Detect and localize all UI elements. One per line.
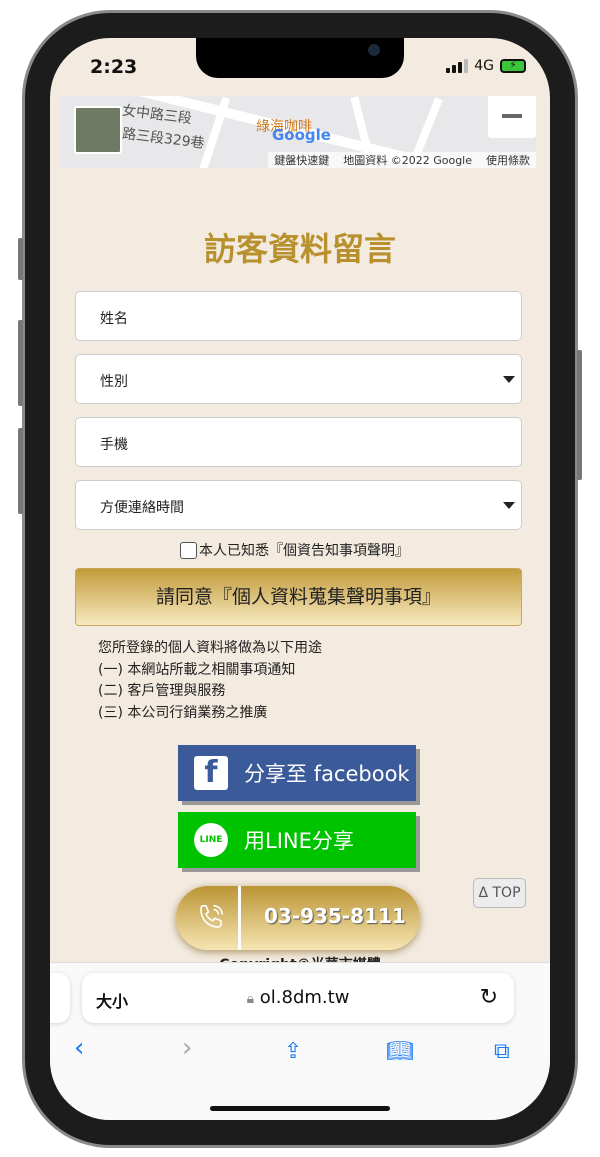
usage-intro: 您所登錄的個人資料將做為以下用途: [98, 640, 322, 656]
forward-icon[interactable]: ›: [182, 1033, 192, 1063]
usage-item: (三) 本公司行銷業務之推廣: [98, 704, 268, 721]
status-time: 2:23: [90, 56, 138, 78]
notch: [196, 38, 404, 78]
back-icon[interactable]: ‹: [74, 1033, 84, 1063]
data-usage-list: 您所登錄的個人資料將做為以下用途 (一) 本網站所載之相關事項通知 (二) 客戶…: [98, 638, 322, 724]
zoom-out-button[interactable]: [488, 96, 536, 138]
page-title: 訪客資料留言: [203, 230, 396, 268]
usage-item: (二) 客戶管理與服務: [98, 683, 226, 699]
call-button[interactable]: 03-935-8111: [176, 886, 420, 950]
map-label: 路三段329巷: [121, 126, 206, 152]
agree-checkbox[interactable]: [180, 541, 197, 559]
mobile-placeholder: 手機: [100, 437, 128, 453]
network-label: 4G: [474, 58, 494, 74]
contact-time-placeholder: 方便連絡時間: [100, 500, 184, 516]
mute-switch: [18, 238, 23, 280]
map-data-text: 地圖資料 ©2022 Google: [343, 154, 472, 167]
battery-charging-icon: ⚡: [500, 59, 526, 73]
address-bar[interactable]: 大小 🔒︎ ol.8dm.tw ↻: [82, 973, 514, 1023]
name-placeholder: 姓名: [100, 311, 128, 327]
tabs-icon[interactable]: ⧉: [494, 1039, 510, 1064]
phone-number: 03-935-8111: [264, 904, 406, 928]
home-indicator: [210, 1106, 390, 1111]
status-icons: 4G ⚡: [446, 58, 526, 74]
terms-link[interactable]: 使用條款: [486, 152, 530, 168]
line-label: 用LINE分享: [244, 829, 354, 853]
keyboard-shortcuts-link[interactable]: 鍵盤快速鍵: [274, 152, 329, 168]
bookmarks-icon[interactable]: 📖︎: [386, 1039, 414, 1064]
dropdown-arrow-icon: [503, 376, 515, 383]
facebook-icon: f: [194, 755, 228, 790]
gender-placeholder: 性別: [100, 374, 128, 390]
url-domain: 🔒︎ ol.8dm.tw: [82, 987, 514, 1008]
safari-toolbar: 大小 🔒︎ ol.8dm.tw ↻ ‹ › ⇪ 📖︎ ⧉: [50, 962, 550, 1120]
consent-button[interactable]: 請同意『個人資料蒐集聲明事項』: [75, 568, 522, 626]
lock-icon: 🔒︎: [246, 991, 255, 1007]
share-icon[interactable]: ⇪: [284, 1039, 302, 1064]
back-to-top-button[interactable]: Δ TOP: [473, 878, 526, 908]
line-icon: LINE: [194, 823, 228, 857]
privacy-agree[interactable]: 本人已知悉『個資告知事項聲明』: [180, 540, 409, 560]
facebook-label: 分享至 facebook: [244, 762, 410, 786]
mobile-input[interactable]: 手機: [75, 417, 522, 467]
google-map[interactable]: 女中路三段 路三段329巷 綠海咖啡 Google 鍵盤快速鍵 地圖資料 ©20…: [60, 96, 536, 168]
minus-icon: [502, 114, 522, 118]
contact-time-select[interactable]: 方便連絡時間: [75, 480, 522, 530]
dropdown-arrow-icon: [503, 502, 515, 509]
satellite-toggle[interactable]: [74, 106, 122, 154]
share-facebook-button[interactable]: f 分享至 facebook: [178, 745, 416, 801]
volume-down-button: [18, 428, 23, 514]
screen: 2:23 4G ⚡ 女中路三段 路三段329巷 綠海咖啡 Google 鍵盤快速…: [50, 38, 550, 1120]
gender-select[interactable]: 性別: [75, 354, 522, 404]
domain-text: ol.8dm.tw: [259, 987, 350, 1008]
power-button: [577, 350, 582, 480]
divider: [238, 886, 241, 950]
volume-up-button: [18, 320, 23, 406]
signal-icon: [446, 59, 469, 73]
camera: [368, 44, 380, 56]
map-attribution: 鍵盤快速鍵 地圖資料 ©2022 Google 使用條款: [268, 152, 536, 168]
reload-icon[interactable]: ↻: [480, 985, 498, 1010]
phone-icon: [200, 904, 224, 928]
agree-label[interactable]: 本人已知悉『個資告知事項聲明』: [199, 540, 409, 560]
name-input[interactable]: 姓名: [75, 291, 522, 341]
previous-tab[interactable]: [50, 973, 70, 1023]
usage-item: (一) 本網站所載之相關事項通知: [98, 661, 296, 678]
share-line-button[interactable]: LINE 用LINE分享: [178, 812, 416, 868]
google-logo: Google: [272, 126, 331, 144]
